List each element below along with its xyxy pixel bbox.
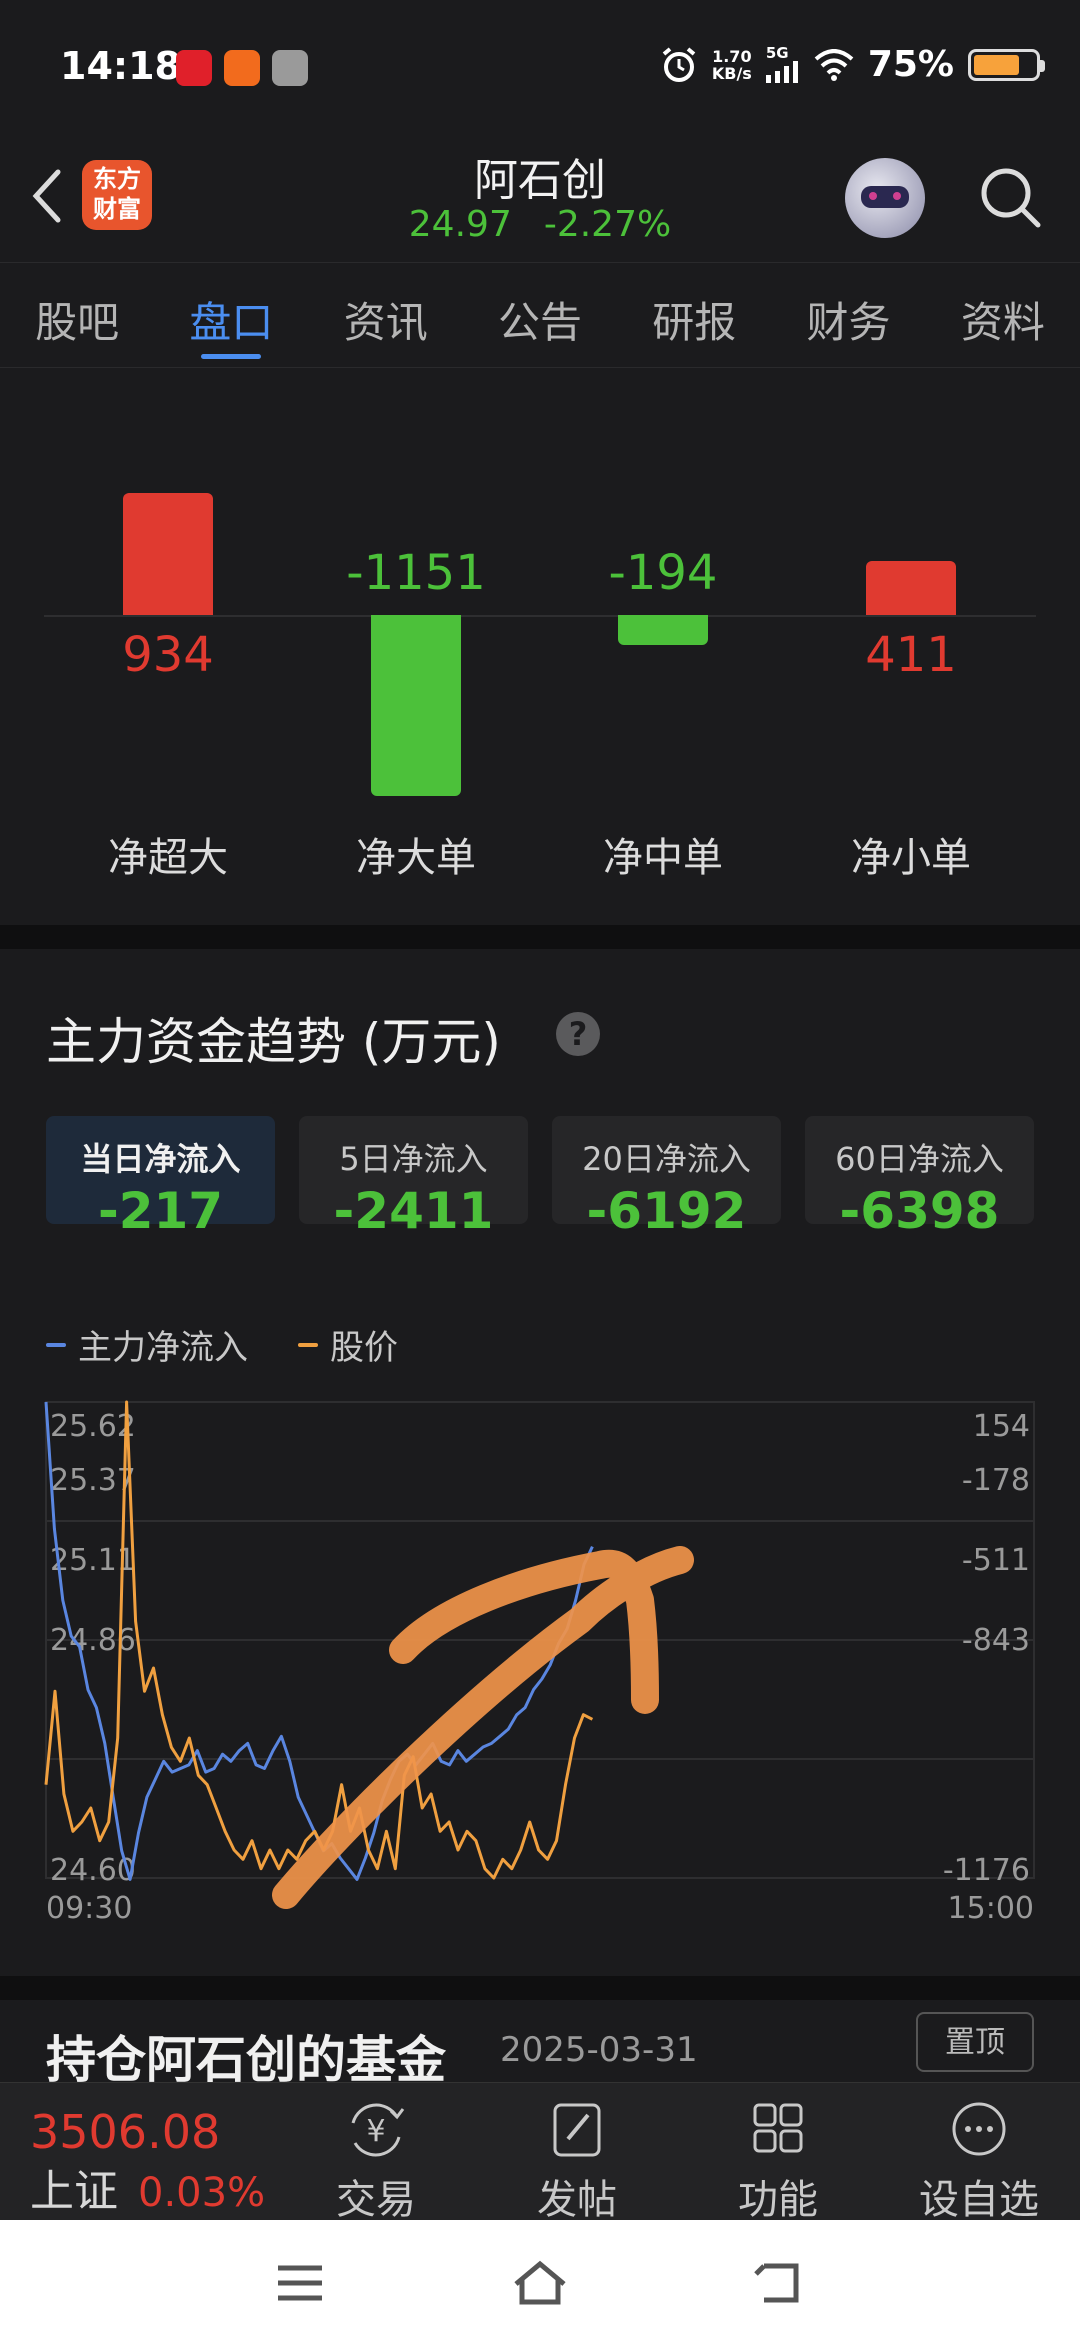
tab-2[interactable]: 资讯 bbox=[309, 263, 463, 367]
settings-notification-icon bbox=[272, 50, 308, 86]
flow-value: -1151 bbox=[346, 545, 486, 601]
stock-change-pct: -2.27% bbox=[543, 204, 672, 245]
status-bar: 14:18 1.70 KB/s 5G 75% bbox=[0, 0, 1080, 140]
left-axis-tick: 24.86 bbox=[50, 1623, 136, 1658]
flow-bar bbox=[371, 615, 461, 796]
flow-bar bbox=[123, 493, 213, 615]
right-axis-tick: -843 bbox=[962, 1623, 1030, 1658]
edit-icon bbox=[553, 2103, 601, 2157]
fund-holdings-header: 持仓阿石创的基金 2025-03-31 置顶 bbox=[0, 2000, 1080, 2090]
flow-label: 净超大 bbox=[108, 835, 228, 881]
tab-4[interactable]: 研报 bbox=[617, 263, 771, 367]
app-notification-icon bbox=[224, 50, 260, 86]
tab-0[interactable]: 股吧 bbox=[0, 263, 154, 367]
flow-label: 净小单 bbox=[851, 835, 971, 881]
add-watchlist-button[interactable]: 设自选 bbox=[899, 2099, 1059, 2225]
tab-1[interactable]: 盘口 bbox=[154, 263, 308, 367]
alarm-icon bbox=[662, 46, 696, 82]
wifi-icon bbox=[814, 48, 854, 81]
flow-label: 净中单 bbox=[603, 835, 723, 881]
index-value: 3506.08 bbox=[30, 2105, 221, 2159]
stock-price: 24.97 bbox=[408, 204, 512, 245]
more-icon bbox=[952, 2102, 1006, 2156]
menu-icon[interactable] bbox=[270, 2258, 330, 2308]
flow-bar bbox=[618, 615, 708, 646]
flow-label: 净大单 bbox=[356, 835, 476, 881]
tab-bar: 股吧 盘口 资讯 公告 研报 财务 资料 bbox=[0, 262, 1080, 368]
flow-bar bbox=[866, 561, 956, 615]
robot-eye bbox=[869, 192, 877, 200]
main-fund-trend-panel: 主力资金趋势 (万元) ? 当日净流入 -217 5日净流入 -2411 20日净流入 -… bbox=[0, 950, 1080, 1980]
index-name: 上证 bbox=[30, 2166, 118, 2217]
flow-value: 411 bbox=[865, 627, 957, 683]
x-axis-start: 09:30 bbox=[46, 1891, 132, 1926]
bottom-toolbar: 3506.08 上证 0.03% ¥ 交易 发帖 功能 设自选 bbox=[0, 2082, 1080, 2223]
order-flow-panel: 934 净超大 -1151 净大单 -194 净中单 411 净小单 bbox=[0, 370, 1080, 925]
tool-label: 功能 bbox=[738, 2177, 818, 2223]
status-indicators: 1.70 KB/s 5G 75% bbox=[660, 44, 1045, 85]
zero-line bbox=[44, 615, 1036, 617]
yen-exchange-icon: ¥ bbox=[351, 2103, 405, 2157]
section-divider bbox=[0, 1976, 1080, 2000]
back-icon[interactable] bbox=[750, 2258, 810, 2308]
report-date: 2025-03-31 bbox=[500, 2030, 698, 2070]
functions-button[interactable]: 功能 bbox=[698, 2099, 858, 2225]
battery-percent: 75% bbox=[867, 44, 954, 85]
post-button[interactable]: 发帖 bbox=[497, 2099, 657, 2225]
tab-6[interactable]: 资料 bbox=[926, 263, 1080, 367]
section-title: 持仓阿石创的基金 bbox=[46, 2031, 446, 2089]
flow-value: 934 bbox=[122, 627, 214, 683]
net-speed: 1.70 KB/s bbox=[712, 48, 752, 82]
home-icon[interactable] bbox=[510, 2258, 570, 2308]
notification-icons bbox=[176, 50, 308, 86]
stock-header: 东方 财富 阿石创 24.97 -2.27% bbox=[0, 140, 1080, 260]
signal-type: 5G bbox=[765, 44, 789, 62]
left-axis-tick: 25.62 bbox=[50, 1409, 136, 1444]
right-axis-tick: -511 bbox=[962, 1543, 1030, 1578]
index-ticker[interactable]: 3506.08 上证 0.03% bbox=[30, 2105, 300, 2219]
tool-label: 发帖 bbox=[537, 2177, 617, 2223]
tool-label: 设自选 bbox=[919, 2177, 1039, 2223]
cell-signal-icon: 5G bbox=[765, 44, 800, 83]
svg-text:¥: ¥ bbox=[366, 2114, 385, 2149]
robot-visor bbox=[861, 186, 909, 208]
flow-value: -194 bbox=[608, 545, 718, 601]
battery-icon bbox=[968, 48, 1045, 81]
section-divider bbox=[0, 925, 1080, 949]
grid-icon bbox=[753, 2103, 803, 2153]
robot-eye bbox=[893, 192, 901, 200]
tool-label: 交易 bbox=[336, 2177, 416, 2223]
index-change-pct: 0.03% bbox=[138, 2170, 266, 2216]
net-speed-unit: KB/s bbox=[711, 63, 752, 83]
right-axis-tick: -178 bbox=[962, 1463, 1030, 1498]
app-notification-icon bbox=[176, 50, 212, 86]
status-time: 14:18 bbox=[60, 44, 181, 88]
x-axis-end: 15:00 bbox=[948, 1891, 1034, 1926]
annotation-stroke bbox=[272, 1546, 694, 1909]
search-icon[interactable] bbox=[975, 162, 1045, 232]
net-speed-value: 1.70 bbox=[712, 46, 752, 66]
pin-button[interactable]: 置顶 bbox=[916, 2012, 1034, 2072]
right-axis-tick: 154 bbox=[973, 1409, 1030, 1444]
trade-button[interactable]: ¥ 交易 bbox=[296, 2099, 456, 2225]
trend-chart: 25.6225.3725.1124.8624.60154-178-511-843… bbox=[44, 1400, 1035, 1926]
tab-5[interactable]: 财务 bbox=[771, 263, 925, 367]
robot-assistant-avatar[interactable] bbox=[845, 158, 925, 238]
right-axis-tick: -1176 bbox=[943, 1853, 1030, 1888]
tab-3[interactable]: 公告 bbox=[463, 263, 617, 367]
system-nav-bar bbox=[0, 2220, 1080, 2344]
